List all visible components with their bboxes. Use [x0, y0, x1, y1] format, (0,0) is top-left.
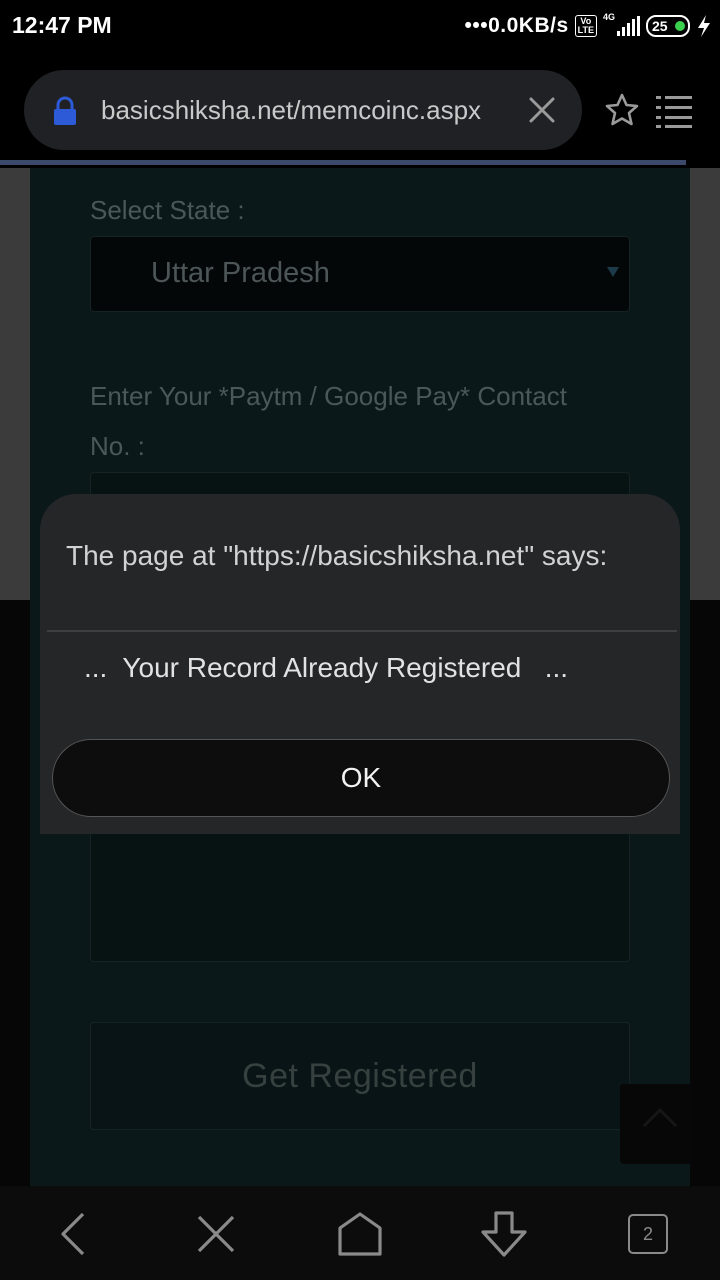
screen: 12:47 PM •••0.0KB/s Vo LTE 4G 25 basicshi… — [0, 0, 720, 1280]
volte-icon: Vo LTE — [574, 15, 597, 37]
dropdown-arrow-icon — [607, 267, 619, 277]
menu-icon[interactable] — [656, 94, 692, 128]
chevron-up-icon — [642, 1107, 678, 1128]
network-speed: •••0.0KB/s — [464, 14, 569, 37]
charging-icon — [698, 15, 710, 37]
star-icon[interactable] — [604, 92, 640, 128]
network-type: 4G — [602, 12, 615, 22]
ok-button[interactable]: OK — [52, 739, 670, 817]
contact-label-line1: Enter Your *Paytm / Google Pay* Contact — [90, 381, 567, 411]
tabs-icon: 2 — [628, 1214, 668, 1254]
page-margin-right — [690, 168, 720, 600]
download-button[interactable] — [474, 1206, 534, 1262]
form-textarea[interactable] — [90, 828, 630, 962]
state-select[interactable]: Uttar Pradesh — [90, 236, 630, 312]
back-icon — [61, 1212, 85, 1256]
tabs-button[interactable]: 2 — [618, 1206, 678, 1262]
lock-icon — [54, 96, 76, 125]
get-registered-button[interactable]: Get Registered — [90, 1022, 630, 1130]
dialog-title: The page at "https://basicshiksha.net" s… — [66, 540, 608, 571]
state-select-value: Uttar Pradesh — [151, 257, 330, 289]
status-bar: 12:47 PM •••0.0KB/s Vo LTE 4G 25 — [0, 0, 720, 52]
clear-icon[interactable] — [526, 94, 558, 126]
dialog-message: ... Your Record Already Registered ... — [84, 652, 569, 683]
home-button[interactable] — [330, 1206, 390, 1262]
home-icon — [338, 1212, 382, 1256]
dialog-divider — [47, 630, 677, 632]
battery-level: 25 — [652, 18, 668, 34]
status-time: 12:47 PM — [12, 12, 112, 38]
state-label: Select State : — [90, 195, 245, 225]
signal-icon — [617, 16, 640, 36]
browser-toolbar: basicshiksha.net/memcoinc.aspx — [0, 52, 720, 165]
battery-icon: 25 — [646, 15, 690, 37]
page-margin-left — [0, 168, 30, 600]
scroll-to-top-button[interactable] — [620, 1084, 690, 1164]
url-text[interactable]: basicshiksha.net/memcoinc.aspx — [101, 92, 483, 128]
bottom-navigation: 2 — [0, 1186, 720, 1280]
alert-dialog: The page at "https://basicshiksha.net" s… — [40, 494, 680, 834]
close-icon — [197, 1215, 235, 1253]
contact-label-line2: No. : — [90, 431, 145, 461]
back-button[interactable] — [42, 1206, 102, 1262]
status-indicators: •••0.0KB/s Vo LTE 4G 25 — [465, 10, 712, 42]
close-tab-button[interactable] — [186, 1206, 246, 1262]
page-progress-bar — [0, 160, 686, 165]
address-bar[interactable]: basicshiksha.net/memcoinc.aspx — [24, 70, 582, 150]
download-icon — [481, 1211, 527, 1257]
